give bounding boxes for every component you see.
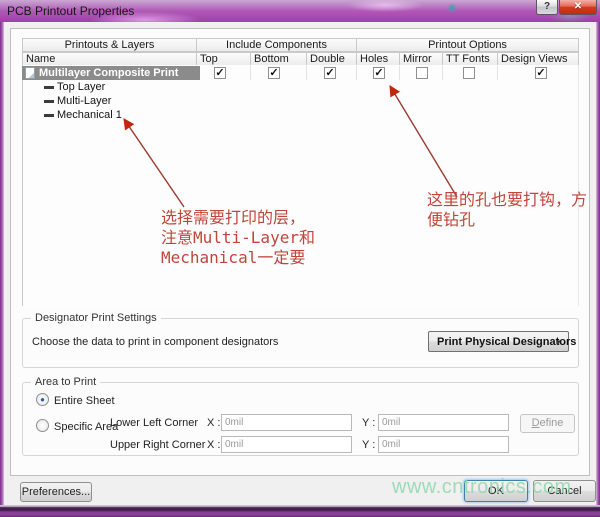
column-separator [399,66,400,80]
column-separator [250,66,251,80]
layer-row-top-layer[interactable]: Top Layer [22,81,282,94]
column-separator [306,66,307,80]
lower-left-y-label: Y : [362,417,375,430]
printout-row-multilayer-composite[interactable]: Multilayer Composite Print [22,66,200,80]
area-group-title: Area to Print [31,376,100,389]
title-bar[interactable]: PCB Printout Properties [0,0,600,22]
annotation-line: 这里的孔也要打钩，方 [427,190,587,210]
column-separator [497,66,498,80]
group-header-include-components: Include Components [196,38,357,52]
help-icon: ? [544,1,550,12]
layer-label: Multi-Layer [57,95,111,108]
radio-specific-area[interactable] [36,419,49,432]
printout-name: Multilayer Composite Print [39,66,178,80]
group-header-printouts-layers: Printouts & Layers [22,38,197,52]
group-header-printout-options: Printout Options [356,38,579,52]
layer-dash-icon [44,114,54,117]
upper-right-x-label: X : [207,439,220,452]
checkbox-tt-fonts[interactable] [463,67,475,79]
annotation-line: 注意Multi-Layer和 [161,228,315,248]
lower-left-x-label: X : [207,417,220,430]
preferences-button[interactable]: Preferences... [20,482,92,502]
close-button[interactable]: ✕ [559,0,597,15]
designator-group-title: Designator Print Settings [31,312,161,325]
column-header-name: Name [22,52,197,66]
checkbox-double-sided[interactable]: ✓ [324,67,336,79]
upper-right-y-input [378,436,509,453]
column-header-top: Top [196,52,251,66]
help-button[interactable]: ? [536,0,558,15]
chevron-down-icon: ▼ [554,332,562,353]
define-button: Define [520,414,575,433]
column-header-holes: Holes [356,52,400,66]
window-frame-bottom [0,505,600,517]
layers-annotation: 选择需要打印的层， 注意Multi-Layer和 Mechanical一定要 [161,208,315,268]
checkbox-mirror[interactable] [416,67,428,79]
designator-dropdown[interactable]: Print Physical Designators ▼ [428,331,569,352]
column-separator [442,66,443,80]
lower-left-x-input [221,414,352,431]
layer-row-mechanical-1[interactable]: Mechanical 1 [22,109,282,122]
column-header-design-views: Design Views [497,52,579,66]
ok-button[interactable]: OK [464,480,528,502]
column-header-mirror: Mirror [399,52,443,66]
lower-left-corner-label: Lower Left Corner [110,417,198,430]
layer-dash-icon [44,100,54,103]
upper-right-y-label: Y : [362,439,375,452]
layer-dash-icon [44,86,54,89]
specific-area-label: Specific Area [54,421,118,434]
layer-row-multi-layer[interactable]: Multi-Layer [22,95,282,108]
layer-label: Top Layer [57,81,105,94]
upper-right-corner-label: Upper Right Corner [110,439,205,452]
column-separator [356,66,357,80]
printout-page-icon [25,67,35,79]
entire-sheet-label: Entire Sheet [54,395,115,408]
annotation-line: Mechanical一定要 [161,248,315,268]
column-header-double-sided: Double Si... [306,52,357,66]
annotation-line: 便钻孔 [427,210,587,230]
column-header-tt-fonts: TT Fonts [442,52,498,66]
designator-description: Choose the data to print in component de… [32,336,278,349]
holes-annotation: 这里的孔也要打钩，方 便钻孔 [427,190,587,230]
checkbox-design-views[interactable]: ✓ [535,67,547,79]
annotation-line: 选择需要打印的层， [161,208,315,228]
column-header-bottom: Bottom [250,52,307,66]
window-title: PCB Printout Properties [7,0,134,22]
cancel-button[interactable]: Cancel [533,480,596,502]
upper-right-x-input [221,436,352,453]
layer-label: Mechanical 1 [57,109,122,122]
lower-left-y-input [378,414,509,431]
checkbox-top[interactable]: ✓ [214,67,226,79]
radio-entire-sheet[interactable]: ● [36,393,49,406]
pcb-printout-properties-dialog: PCB Printout Properties ? ✕ Printouts & … [0,0,600,517]
close-icon: ✕ [574,1,582,12]
checkbox-bottom[interactable]: ✓ [268,67,280,79]
checkbox-holes[interactable]: ✓ [373,67,385,79]
window-frame-right [596,22,600,517]
